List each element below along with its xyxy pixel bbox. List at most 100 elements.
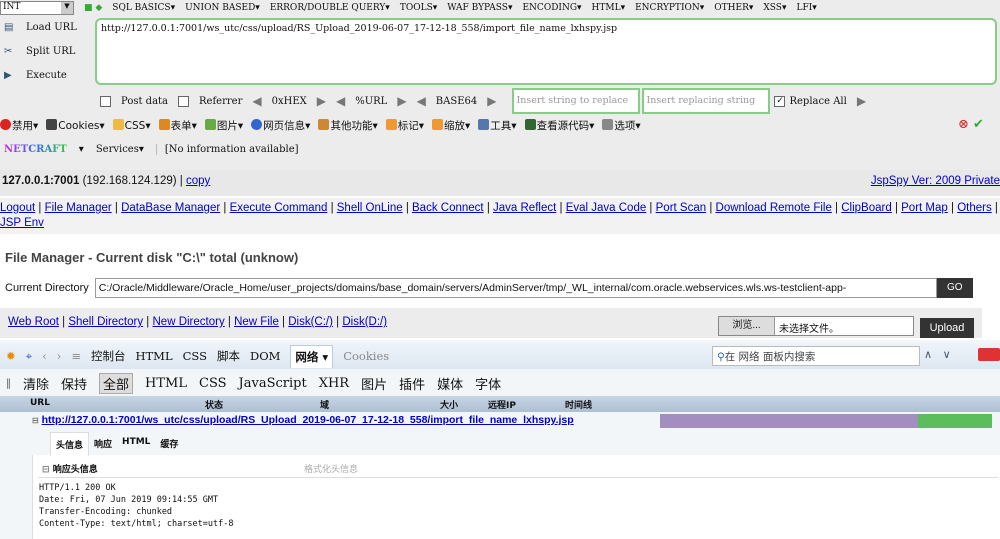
filter-clear[interactable]: 清除 (23, 374, 49, 393)
wd-forms[interactable]: 表单▾ (158, 118, 197, 133)
disk-d-link[interactable]: Disk(D:/) (342, 316, 387, 328)
upload-button[interactable]: Upload (920, 318, 974, 338)
tab-css[interactable]: CSS (183, 349, 207, 363)
new-file-link[interactable]: New File (234, 316, 279, 328)
net-search-input[interactable]: ⚲在 网络 面板内搜索 (712, 346, 920, 366)
inspect-icon[interactable]: ⌖ (26, 349, 32, 364)
wd-outline[interactable]: 标记▾ (385, 118, 424, 133)
insert-string-input[interactable]: Insert string to replace (512, 88, 641, 114)
type-select[interactable]: INT (0, 1, 74, 15)
nav-port-scan[interactable]: Port Scan (656, 202, 707, 214)
col-url[interactable]: URL (30, 398, 50, 408)
nav-java-reflect[interactable]: Java Reflect (493, 202, 556, 214)
menu-error-double[interactable]: ERROR/DOUBLE QUERY▾ (270, 3, 390, 13)
wd-tools[interactable]: 工具▾ (478, 118, 517, 133)
menu-encoding[interactable]: ENCODING▾ (522, 3, 581, 13)
filter-css[interactable]: CSS (199, 376, 227, 391)
filter-plugins[interactable]: 插件 (399, 374, 425, 393)
menu-tools[interactable]: TOOLS▾ (400, 3, 437, 13)
tab-cookies[interactable]: Cookies (343, 349, 389, 363)
nav-eval-java[interactable]: Eval Java Code (566, 202, 647, 214)
nav-database-manager[interactable]: DataBase Manager (121, 202, 220, 214)
url-textarea[interactable]: http://127.0.0.1:7001/ws_utc/css/upload/… (95, 18, 997, 85)
file-input[interactable]: 浏览... 未选择文件。 (718, 316, 914, 336)
browse-button[interactable]: 浏览... (719, 317, 775, 335)
window-controls-icon[interactable] (978, 348, 1000, 361)
nav-others[interactable]: Others (957, 202, 992, 214)
tab-dom[interactable]: DOM (250, 349, 280, 363)
execute-button[interactable]: ▶ Execute (4, 70, 67, 81)
col-timeline[interactable]: 时间线 (565, 398, 592, 411)
referrer-checkbox[interactable] (178, 95, 190, 107)
version-link[interactable]: JspSpy Ver: 2009 Private (871, 175, 1000, 187)
menu-sql-basics[interactable]: SQL BASICS▾ (112, 3, 175, 13)
error-icon[interactable]: ⊗ (958, 117, 969, 132)
request-row[interactable]: ⊟ http://127.0.0.1:7001/ws_utc/css/uploa… (32, 414, 574, 426)
nav-shell-online[interactable]: Shell OnLine (337, 202, 403, 214)
nav-execute-command[interactable]: Execute Command (230, 202, 328, 214)
load-url-button[interactable]: ▤ Load URL (4, 22, 77, 33)
wd-disable[interactable]: 禁用▾ (0, 118, 38, 133)
replace-all-checkbox[interactable]: ✓ (774, 95, 786, 107)
filter-persist[interactable]: 保持 (61, 374, 87, 393)
new-directory-link[interactable]: New Directory (153, 316, 225, 328)
nav-port-map[interactable]: Port Map (901, 202, 948, 214)
forward-icon[interactable]: › (57, 349, 62, 363)
search-up-icon[interactable]: ∧ (924, 348, 932, 361)
menu-union-based[interactable]: UNION BASED▾ (185, 3, 260, 13)
netcraft-logo[interactable]: NETCRAFT (4, 144, 67, 155)
wd-resize[interactable]: 缩放▾ (432, 118, 470, 133)
menu-html[interactable]: HTML▾ (592, 3, 626, 13)
tab-net[interactable]: 网络 ▾ (290, 344, 334, 368)
hex-decode-icon[interactable]: ◀ (252, 94, 261, 108)
filter-js[interactable]: JavaScript (239, 376, 307, 391)
menu-xss[interactable]: XSS▾ (763, 3, 786, 13)
nav-file-manager[interactable]: File Manager (45, 202, 112, 214)
menu-lfi[interactable]: LFI▾ (796, 3, 816, 13)
wd-misc[interactable]: 其他功能▾ (318, 118, 378, 133)
filter-fonts[interactable]: 字体 (475, 374, 501, 393)
menu-encryption[interactable]: ENCRYPTION▾ (635, 3, 704, 13)
services-menu[interactable]: Services▾ (96, 144, 144, 155)
copy-link[interactable]: copy (186, 175, 210, 187)
tab-html[interactable]: HTML (135, 349, 172, 363)
base64-encode-icon[interactable]: ▶ (487, 94, 496, 108)
wd-view-source[interactable]: 查看源代码▾ (524, 118, 594, 133)
wd-cookies[interactable]: Cookies▾ (46, 119, 105, 132)
col-size[interactable]: 大小 (440, 398, 458, 411)
disk-c-link[interactable]: Disk(C:/) (288, 316, 333, 328)
filter-xhr[interactable]: XHR (319, 376, 349, 391)
firebug-icon[interactable]: ✹ (6, 349, 16, 363)
web-root-link[interactable]: Web Root (8, 316, 59, 328)
nav-logout[interactable]: Logout (0, 202, 35, 214)
split-url-button[interactable]: ✂ Split URL (4, 46, 75, 57)
netcraft-dropdown-icon[interactable]: ▾ (79, 144, 84, 155)
shell-directory-link[interactable]: Shell Directory (68, 316, 143, 328)
replacing-string-input[interactable]: Insert replacing string (642, 88, 771, 114)
nav-jsp-env[interactable]: JSP Env (0, 217, 44, 229)
filter-images[interactable]: 图片 (361, 374, 387, 393)
command-icon[interactable]: ≡ (71, 349, 81, 363)
replace-go-icon[interactable]: ▶ (857, 94, 866, 108)
pause-icon[interactable]: ‖ (6, 378, 11, 389)
hex-encode-icon[interactable]: ▶ (317, 94, 326, 108)
go-button[interactable]: GO (936, 278, 973, 298)
tab-console[interactable]: 控制台 (91, 348, 126, 364)
tab-script[interactable]: 脚本 (217, 348, 240, 364)
menu-other[interactable]: OTHER▾ (714, 3, 753, 13)
search-down-icon[interactable]: ∨ (943, 348, 951, 361)
tab-response[interactable]: 响应 (89, 432, 117, 456)
nav-download-remote[interactable]: Download Remote File (716, 202, 832, 214)
tab-headers[interactable]: 头信息 (50, 432, 90, 456)
current-directory-input[interactable]: C:/Oracle/Middleware/Oracle_Home/user_pr… (94, 278, 937, 298)
col-status[interactable]: 状态 (205, 398, 223, 411)
format-headers-link[interactable]: 格式化头信息 (304, 462, 358, 475)
filter-html[interactable]: HTML (145, 376, 187, 391)
col-remote-ip[interactable]: 远程IP (488, 398, 516, 411)
url-decode-icon[interactable]: ◀ (336, 94, 345, 108)
col-domain[interactable]: 域 (320, 398, 329, 411)
menu-waf-bypass[interactable]: WAF BYPASS▾ (447, 3, 512, 13)
wd-css[interactable]: CSS▾ (112, 119, 151, 132)
url-encode-icon[interactable]: ▶ (397, 94, 406, 108)
wd-info[interactable]: 网页信息▾ (251, 118, 310, 133)
